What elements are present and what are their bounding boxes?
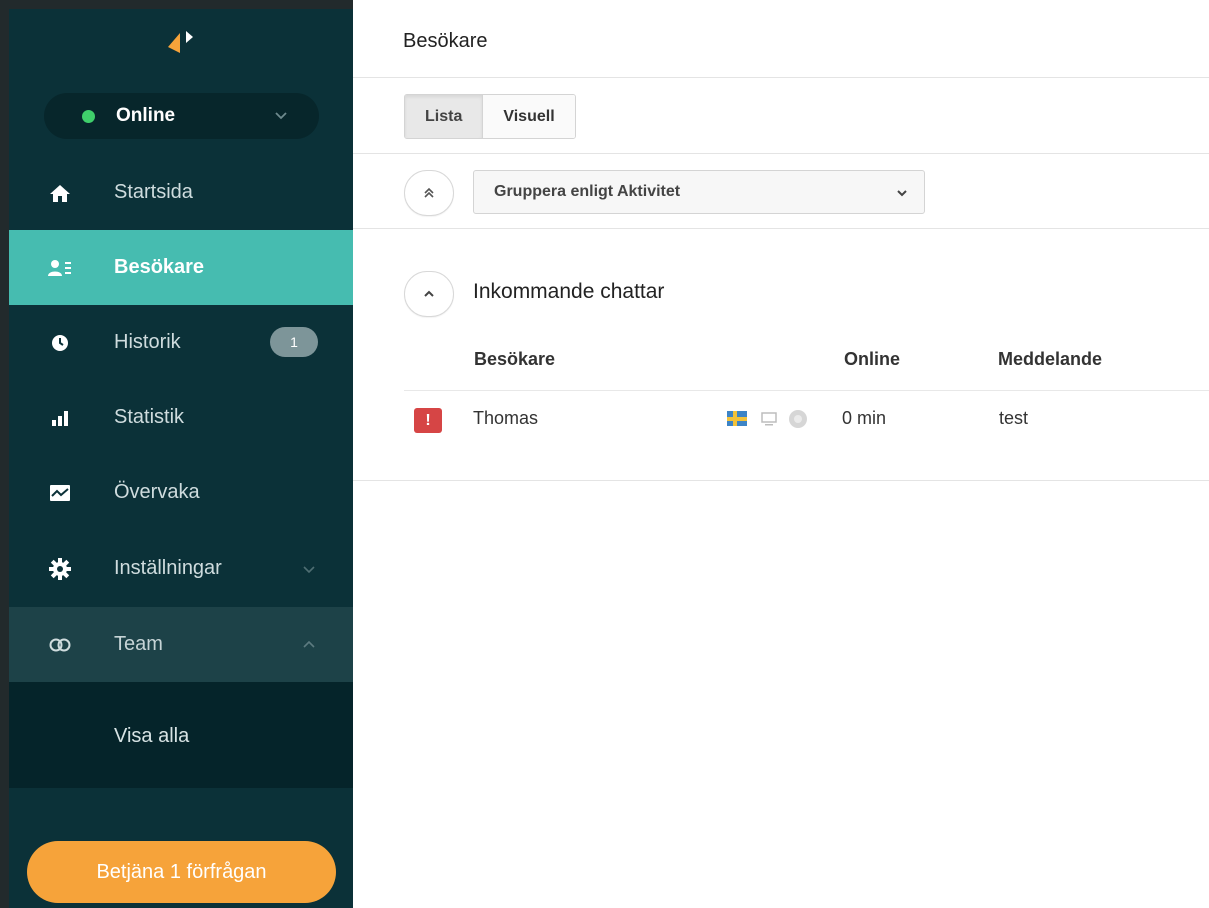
nav-item-startsida[interactable]: Startsida <box>9 155 353 230</box>
bar-chart-icon <box>47 405 73 431</box>
home-icon <box>47 180 73 206</box>
team-view-all-link[interactable]: Visa alla <box>114 725 189 748</box>
serve-request-button[interactable]: Betjäna 1 förfrågan <box>27 841 336 903</box>
view-tab-lista[interactable]: Lista <box>405 95 484 138</box>
nav-label-overvaka: Övervaka <box>114 481 200 503</box>
filter-divider <box>353 228 1209 229</box>
column-header-visitor: Besökare <box>474 349 556 369</box>
alert-icon: ! <box>414 408 442 433</box>
nav-item-installningar[interactable]: Inställningar <box>9 531 353 606</box>
chevron-down-icon <box>275 112 287 120</box>
collapse-all-button[interactable] <box>404 170 454 216</box>
main-content: Besökare Lista Visuell Gruppera enligt A… <box>353 0 1209 908</box>
gear-icon <box>47 556 73 582</box>
desktop-icon <box>761 412 777 426</box>
chevron-up-icon <box>424 290 434 297</box>
table-header-divider <box>404 390 1209 391</box>
chevron-down-icon <box>303 566 315 574</box>
visitors-icon <box>47 255 73 281</box>
section-bottom-divider <box>353 480 1209 481</box>
nav-label-historik: Historik <box>114 331 181 353</box>
page-title: Besökare <box>403 30 488 52</box>
nav-item-besokare[interactable]: Besökare <box>9 230 353 305</box>
nav-item-statistik[interactable]: Statistik <box>9 380 353 455</box>
status-dropdown[interactable]: Online <box>44 93 319 139</box>
nav-item-team[interactable]: Team <box>9 607 353 682</box>
sidebar: Online Startsida Besökare Historik 1 Sta… <box>9 9 353 908</box>
visitor-name[interactable]: Thomas <box>473 408 538 429</box>
chevron-down-icon <box>897 190 907 197</box>
window-edge-top <box>0 0 353 9</box>
column-header-message: Meddelande <box>998 349 1103 369</box>
toolbar-divider <box>353 153 1209 154</box>
view-tab-visuell[interactable]: Visuell <box>483 95 575 138</box>
nav-label-team: Team <box>114 633 163 655</box>
status-online-dot <box>82 109 95 123</box>
monitor-chart-icon <box>47 480 73 506</box>
clock-icon <box>47 330 73 356</box>
status-label: Online <box>116 105 176 126</box>
header-divider <box>353 77 1209 78</box>
online-duration: 0 min <box>842 408 887 428</box>
app-logo <box>168 31 193 53</box>
collapse-section-button[interactable] <box>404 271 454 317</box>
team-rings-icon <box>47 632 73 658</box>
double-chevron-up-icon <box>424 187 434 198</box>
column-header-online: Online <box>844 349 901 369</box>
nav-item-overvaka[interactable]: Övervaka <box>9 455 353 530</box>
nav-label-statistik: Statistik <box>114 406 185 428</box>
view-toggle: Lista Visuell <box>404 94 576 139</box>
nav-label-installningar: Inställningar <box>114 557 222 579</box>
team-submenu: Visa alla <box>9 682 353 788</box>
nav-label-startsida: Startsida <box>114 181 193 203</box>
last-message: test <box>999 408 1029 428</box>
browser-icon <box>789 410 807 428</box>
section-title-incoming-chats: Inkommande chattar <box>473 280 665 303</box>
group-by-value: Gruppera enligt Aktivitet <box>494 183 681 200</box>
nav-label-besokare: Besökare <box>114 256 205 278</box>
chevron-up-icon <box>303 640 315 648</box>
historik-count-badge: 1 <box>270 327 318 357</box>
group-by-select[interactable]: Gruppera enligt Aktivitet <box>473 170 925 214</box>
nav-item-historik[interactable]: Historik 1 <box>9 305 353 380</box>
sweden-flag-icon <box>727 411 747 426</box>
window-edge <box>0 0 9 908</box>
